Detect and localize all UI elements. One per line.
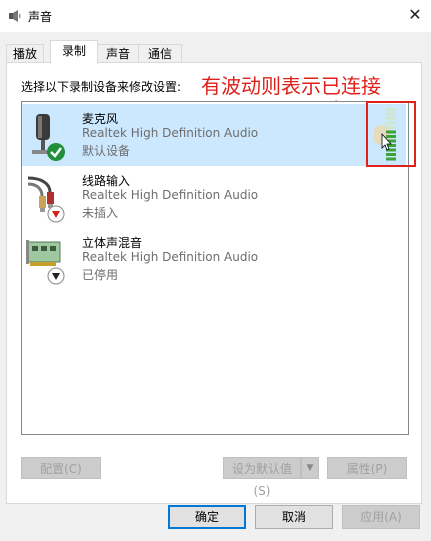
- close-icon: ✕: [408, 5, 422, 24]
- device-status: 已停用: [82, 268, 119, 282]
- speaker-icon: [9, 10, 21, 22]
- device-item-microphone[interactable]: 麦克风 Realtek High Definition Audio 默认设备: [22, 101, 416, 167]
- microphone-icon: [32, 114, 65, 161]
- device-driver: Realtek High Definition Audio: [82, 126, 259, 140]
- recording-panel: 选择以下录制设备来修改设置: 有波动则表示已连接 麦克风 Realtek Hig…: [6, 62, 422, 504]
- configure-button[interactable]: 配置(C): [21, 457, 101, 479]
- device-name: 线路输入: [82, 174, 131, 188]
- set-default-button[interactable]: 设为默认值(S): [223, 457, 301, 498]
- device-item-stereo-mix[interactable]: 立体声混音 Realtek High Definition Audio 已停用: [22, 228, 406, 290]
- title-bar: 声音 ✕: [0, 0, 431, 32]
- sound-card-icon: [26, 240, 65, 285]
- properties-button[interactable]: 属性(P): [327, 457, 407, 479]
- annotation-highlight-box: [366, 101, 416, 167]
- set-default-dropdown[interactable]: ▼: [301, 457, 319, 479]
- cancel-button[interactable]: 取消: [255, 505, 333, 529]
- ok-button[interactable]: 确定: [168, 505, 246, 529]
- device-list[interactable]: 麦克风 Realtek High Definition Audio 默认设备 线…: [21, 101, 416, 435]
- tab-recording[interactable]: 录制: [50, 40, 98, 64]
- instruction-text: 选择以下录制设备来修改设置:: [21, 80, 182, 94]
- device-name: 立体声混音: [82, 236, 143, 250]
- tab-communications[interactable]: 通信: [138, 44, 182, 63]
- device-name: 麦克风: [82, 112, 119, 126]
- chevron-down-icon: ▼: [306, 463, 314, 473]
- close-button[interactable]: ✕: [399, 0, 431, 32]
- tab-playback[interactable]: 播放: [6, 44, 44, 63]
- sound-dialog: 声音 ✕ 播放 录制 声音 通信 选择以下录制设备来修改设置: 有波动则表示已连…: [0, 0, 431, 541]
- apply-button[interactable]: 应用(A): [342, 505, 420, 529]
- line-in-cable-icon: [27, 176, 65, 223]
- device-status: 默认设备: [82, 144, 131, 158]
- device-item-line-in[interactable]: 线路输入 Realtek High Definition Audio 未插入: [22, 166, 406, 228]
- device-status: 未插入: [82, 206, 119, 220]
- annotation-text: 有波动则表示已连接: [201, 74, 381, 98]
- device-driver: Realtek High Definition Audio: [82, 188, 259, 202]
- device-driver: Realtek High Definition Audio: [82, 250, 259, 264]
- window-title: 声音: [28, 10, 53, 24]
- tab-sounds[interactable]: 声音: [96, 44, 140, 63]
